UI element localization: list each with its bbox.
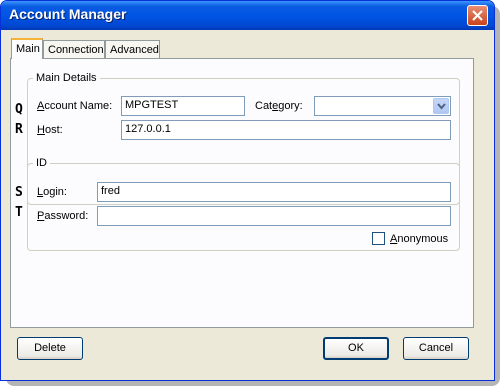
tab-advanced-label: Advanced xyxy=(110,44,159,56)
dialog-window: Account Manager Main Connection Advanced… xyxy=(0,0,495,381)
account-name-label: Account Name: xyxy=(37,100,112,112)
tab-main[interactable]: Main xyxy=(11,38,43,59)
anonymous-label-text: nonymous xyxy=(397,233,449,245)
delete-button[interactable]: Delete xyxy=(17,337,83,360)
account-name-label-text: ccount Name: xyxy=(44,100,113,112)
host-label-text: ost: xyxy=(44,124,63,136)
anonymous-checkbox[interactable] xyxy=(372,232,385,245)
category-label-prefix: Cat xyxy=(255,100,273,112)
category-select[interactable] xyxy=(314,96,451,116)
side-letter-t: T xyxy=(15,205,23,220)
close-button[interactable] xyxy=(467,5,488,26)
close-icon xyxy=(472,10,483,21)
password-label: Password: xyxy=(37,210,88,222)
host-label-accel: H xyxy=(37,124,45,136)
account-name-field[interactable]: MPGTEST xyxy=(121,96,245,116)
password-label-text: assword: xyxy=(44,210,89,222)
login-field[interactable]: fred xyxy=(97,182,451,202)
ok-button[interactable]: OK xyxy=(323,337,389,360)
category-dropdown-button[interactable] xyxy=(433,98,449,114)
host-field[interactable]: 127.0.0.1 xyxy=(121,120,451,140)
tab-main-label: Main xyxy=(16,43,40,55)
login-label-text: ogin: xyxy=(43,186,67,198)
main-details-legend: Main Details xyxy=(33,72,100,84)
cancel-button[interactable]: Cancel xyxy=(403,337,469,360)
side-letter-r: R xyxy=(15,122,23,137)
host-label: Host: xyxy=(37,124,63,136)
anonymous-label[interactable]: Anonymous xyxy=(390,233,448,245)
window-title: Account Manager xyxy=(9,6,127,22)
tab-advanced[interactable]: Advanced xyxy=(105,40,160,59)
id-legend: ID xyxy=(33,157,50,169)
chevron-down-icon xyxy=(437,103,446,110)
tab-connection[interactable]: Connection xyxy=(43,40,105,59)
side-letter-q: Q xyxy=(15,102,23,117)
tab-connection-label: Connection xyxy=(48,44,104,56)
category-label: Category: xyxy=(255,100,303,112)
title-bar[interactable]: Account Manager xyxy=(1,1,494,30)
category-label-text: gory: xyxy=(278,100,303,112)
login-label: Login: xyxy=(37,186,67,198)
tab-panel-main: Main Details Q R Account Name: MPGTEST C… xyxy=(10,58,474,328)
side-letter-s: S xyxy=(15,185,23,200)
password-field[interactable] xyxy=(97,206,451,226)
